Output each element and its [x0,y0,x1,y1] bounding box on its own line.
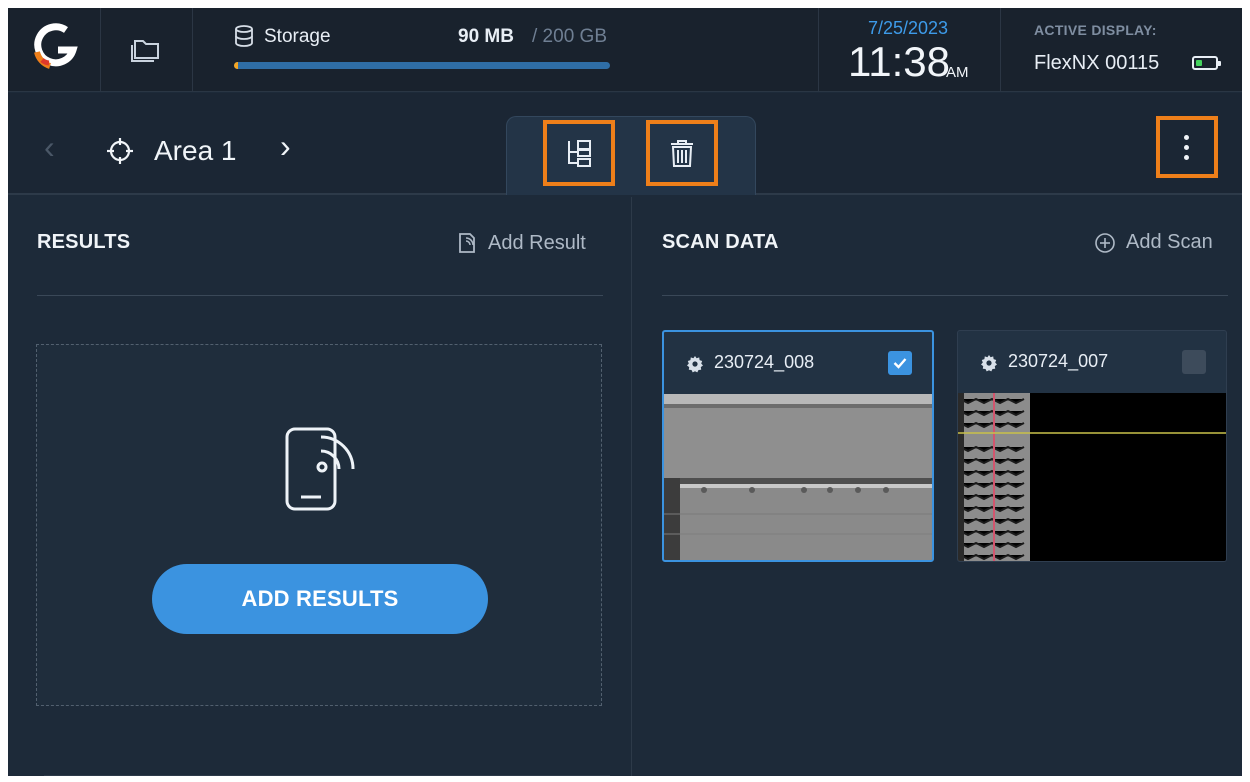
scan-card[interactable]: 230724_007 [957,330,1227,562]
add-result-link[interactable]: Add Result [456,231,586,255]
scan-name: 230724_008 [714,352,815,372]
battery-charge [1196,60,1202,66]
crosshair-icon [107,138,133,164]
storage-label: Storage [264,26,331,47]
tree-icon [568,140,591,167]
add-scan-link[interactable]: Add Scan [1094,231,1213,254]
checkmark-icon [893,358,907,369]
phone-signal-icon [285,427,355,511]
scan-card-header: 230724_007 [958,331,1226,393]
date-label: 7/25/2023 [867,18,949,38]
results-panel: RESULTS Add Result ADD RESULTS [8,197,630,776]
next-area-button[interactable]: › [280,129,310,169]
add-result-label: Add Result [488,231,586,254]
divider [44,775,610,776]
storage-indicator: Storage 90 MB / 200 GB [230,22,614,78]
add-scan-label: Add Scan [1126,231,1213,253]
scan-card-header: 230724_008 [664,332,932,394]
area-nav-bar: ‹ Area 1 › [8,93,1242,252]
scan-checkbox[interactable] [888,351,912,375]
time-label: 11:38 [848,38,950,85]
scan-thumbnail [664,394,932,560]
gear-icon[interactable] [980,354,998,372]
add-result-icon [459,233,475,253]
storage-used: 90 MB [458,26,514,47]
divider [37,295,603,296]
database-icon [235,25,253,47]
divider [100,8,101,92]
hierarchy-button[interactable] [543,120,615,186]
app-window: Storage 90 MB / 200 GB 7/25/2023 11:38 A… [8,8,1242,776]
divider [1000,8,1001,92]
more-icon [1184,134,1190,160]
active-display-label: ACTIVE DISPLAY: [1034,22,1157,38]
battery-icon [1192,56,1221,70]
date-time: 7/25/2023 11:38 AM [838,18,978,88]
gear-icon[interactable] [686,355,704,373]
storage-total: / 200 GB [532,26,607,47]
results-header: RESULTS [37,231,131,253]
logo-icon[interactable] [30,22,80,72]
scan-name: 230724_007 [1008,351,1109,371]
divider [192,8,193,92]
divider [818,8,819,92]
area-title: Area 1 [154,135,237,166]
plus-circle-icon [1095,232,1115,253]
folder-icon[interactable] [126,28,166,68]
add-results-button[interactable]: ADD RESULTS [152,564,488,634]
results-drop-zone[interactable]: ADD RESULTS [36,344,602,706]
active-display[interactable]: ACTIVE DISPLAY: FlexNX 00115 [1034,22,1234,74]
storage-bar [234,62,610,69]
scan-checkbox[interactable] [1182,350,1206,374]
top-bar: Storage 90 MB / 200 GB 7/25/2023 11:38 A… [8,8,1242,92]
scan-thumbnail [958,393,1226,561]
storage-bar-fill [234,62,238,69]
previous-area-button[interactable]: ‹ [44,131,74,171]
scan-data-panel: SCAN DATA Add Scan 230724_008 230724_007 [631,197,1242,776]
divider [662,295,1228,296]
delete-button[interactable] [646,120,718,186]
trash-icon [671,140,693,167]
more-options-button[interactable] [1156,116,1218,178]
scan-data-header: SCAN DATA [662,231,779,253]
active-display-name: FlexNX 00115 [1034,52,1160,74]
ampm-label: AM [946,64,969,81]
scan-card[interactable]: 230724_008 [662,330,934,562]
